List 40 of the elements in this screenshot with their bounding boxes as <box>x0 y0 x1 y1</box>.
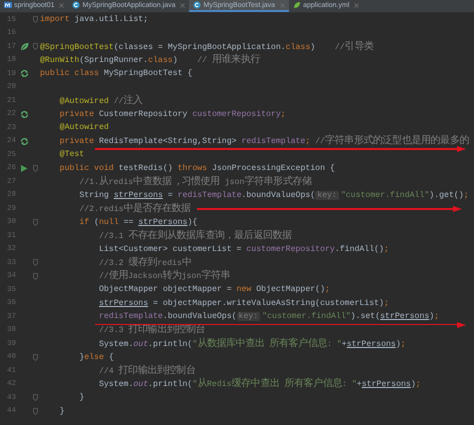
code-line: ObjectMapper objectMapper = new ObjectMapper(); <box>98 284 330 296</box>
leaf-icon <box>293 1 302 9</box>
code-line: //3.1 不存在则从数据库查询，最后返回数据 <box>98 228 292 242</box>
module-icon <box>4 1 12 9</box>
class-icon <box>193 1 202 9</box>
code-line: //2.redis中是否存在数据 <box>78 202 191 216</box>
cycle-arrows-icon <box>20 136 28 146</box>
code-line: }else { <box>78 352 114 364</box>
code-line: String strPersons = redisTemplate.boundValueOps( key: "customer.findAll").get(); <box>78 190 469 202</box>
code-line: if (null == strPersons){ <box>78 216 198 228</box>
cycle-arrows-icon <box>20 69 28 78</box>
code-line: //4 打印输出到控制台 <box>98 364 196 378</box>
code-line: @RunWith(SpringRunner.class) // 用谁来执行 <box>40 53 260 67</box>
close-icon <box>180 2 186 8</box>
code-line: //1.从redis中查数据 ,习惯使用 json字符串形式存储 <box>78 174 312 188</box>
code-line: @SpringBootTest(classes = MySpringBootApplication.class) //引导类 <box>40 40 374 54</box>
code-line: //使用Jackson转为json字符串 <box>98 269 230 283</box>
cycle-arrows-icon <box>20 110 28 119</box>
code-line: redisTemplate.boundValueOps( key: "customer.findAll").set(strPersons); <box>98 311 440 323</box>
leaf-icon <box>20 42 28 52</box>
code-line: public class MySpringBootTest { <box>40 68 192 80</box>
code-line: private RedisTemplate<String,String> redisTemplate; //字符串形式的泛型也是用的最多的 <box>58 134 470 148</box>
code-line: public void testRedis() throws JsonProcessingException { <box>58 162 335 174</box>
code-line: @Autowired //注入 <box>58 94 143 108</box>
code-line: @Autowired <box>58 122 109 134</box>
code-line: private CustomerRepository customerRepository; <box>58 108 286 120</box>
close-icon <box>280 2 286 8</box>
code-line: List<Customer> customerList = customerRepository.findAll(); <box>98 244 389 256</box>
run-icon <box>20 164 28 173</box>
code-line: System.out.println("从数据库中查出 所有客户信息: "+strPersons); <box>98 336 406 350</box>
code-line: strPersons = objectMapper.writeValueAsString(customerList); <box>98 298 389 310</box>
code-line: @Test <box>58 149 84 161</box>
code-line: import java.util.List; <box>40 14 148 26</box>
close-icon <box>59 2 64 8</box>
close-icon <box>354 2 360 8</box>
code-line: //3.2 缓存到redis中 <box>98 256 192 270</box>
code-line: } <box>58 406 65 418</box>
class-icon <box>72 1 80 9</box>
code-line: System.out.println("从Redis缓存中查出 所有客户信息: "+strPersons); <box>98 377 421 391</box>
code-line: } <box>78 392 84 404</box>
